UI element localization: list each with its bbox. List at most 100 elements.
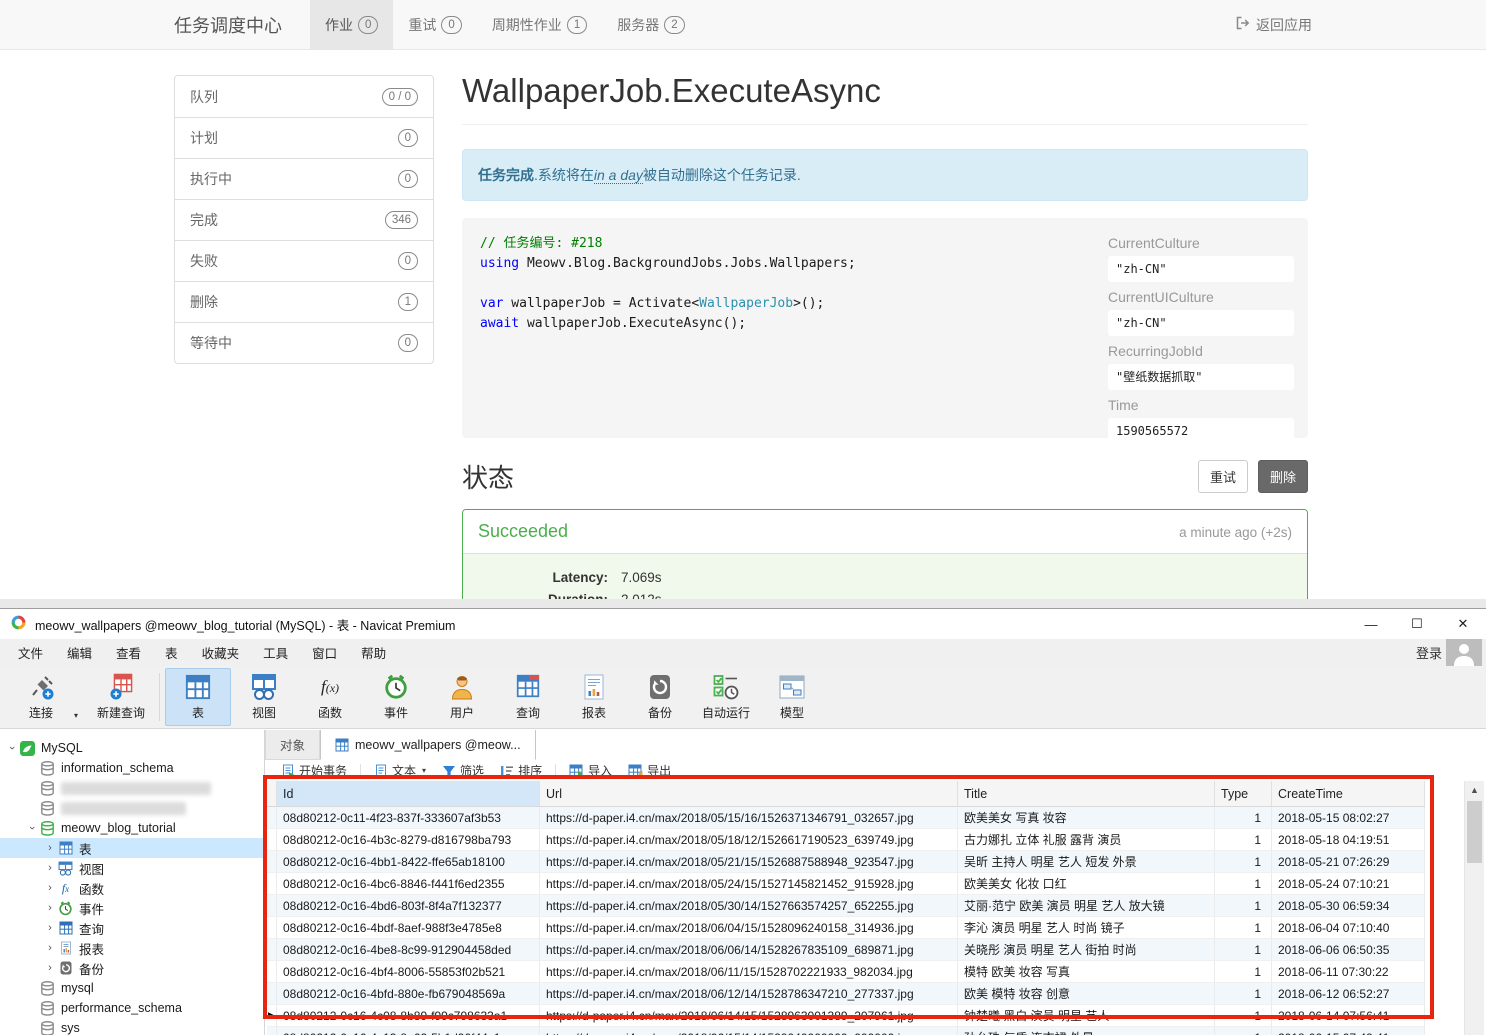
tree-item-blurred-2[interactable] <box>0 778 264 798</box>
cell-type[interactable]: 1 <box>1215 917 1272 939</box>
cell-id[interactable]: 08d80212-0c16-4c08-8b89-f99c798633a1 <box>277 1005 540 1027</box>
nav-item-0[interactable]: 作业 0 <box>310 0 394 49</box>
toolbar-model-lg-button[interactable]: 模型 <box>759 668 825 726</box>
column-header-url[interactable]: Url <box>540 781 958 807</box>
column-header-type[interactable]: Type <box>1215 781 1272 807</box>
sidebar-item-1[interactable]: 计划 0 <box>175 117 433 158</box>
toolbar-query-lg-button[interactable]: 查询 <box>495 668 561 726</box>
cell-type[interactable]: 1 <box>1215 983 1272 1005</box>
tree-expand-arrow[interactable]: › <box>44 942 56 954</box>
scrollbar-thumb[interactable] <box>1467 801 1482 863</box>
toolbar-table-lg-button[interactable]: 表 <box>165 668 231 726</box>
grid-row-6[interactable]: 08d80212-0c16-4be8-8c99-912904458ded http… <box>267 939 1425 961</box>
tree-item-performance_schema[interactable]: performance_schema <box>0 998 264 1018</box>
cell-url[interactable]: https://d-paper.i4.cn/max/2018/06/06/14/… <box>540 939 958 961</box>
grid-row-2[interactable]: 08d80212-0c16-4bb1-8422-ffe65ab18100 http… <box>267 851 1425 873</box>
tree-item-MySQL[interactable]: › MySQL <box>0 738 264 758</box>
cell-url[interactable]: https://d-paper.i4.cn/max/2018/06/14/15/… <box>540 1005 958 1027</box>
cell-type[interactable]: 1 <box>1215 873 1272 895</box>
user-avatar[interactable] <box>1446 639 1482 666</box>
grid-row-1[interactable]: 08d80212-0c16-4b3c-8279-d816798ba793 http… <box>267 829 1425 851</box>
tab-0[interactable]: 对象 <box>265 730 321 760</box>
cell-url[interactable]: https://d-paper.i4.cn/max/2018/06/12/14/… <box>540 983 958 1005</box>
menu-3[interactable]: 表 <box>153 643 190 662</box>
cell-url[interactable]: https://d-paper.i4.cn/max/2018/05/24/15/… <box>540 873 958 895</box>
sidebar-item-2[interactable]: 执行中 0 <box>175 158 433 199</box>
delete-button[interactable]: 删除 <box>1257 460 1308 493</box>
menu-2[interactable]: 查看 <box>104 643 153 662</box>
cell-title[interactable]: 古力娜扎 立体 礼服 露背 演员 <box>958 829 1215 851</box>
menu-1[interactable]: 编辑 <box>55 643 104 662</box>
cell-url[interactable]: https://d-paper.i4.cn/max/2018/06/11/15/… <box>540 961 958 983</box>
cell-id[interactable]: 08d80212-0c11-4f23-837f-333607af3b53 <box>277 807 540 829</box>
login-link[interactable]: 登录 <box>1416 643 1442 662</box>
toolbar-new-query-button[interactable]: 新建查询 <box>88 668 154 726</box>
sidebar-item-6[interactable]: 等待中 0 <box>175 322 433 363</box>
tree-expand-arrow[interactable]: › <box>6 742 18 754</box>
grid-toolbar-text-button[interactable]: 文本 ▾ <box>368 762 432 779</box>
tree-item-备份[interactable]: › 备份 <box>0 958 264 978</box>
grid-toolbar-import-button[interactable]: 导入 <box>563 762 618 779</box>
column-header-createtime[interactable]: CreateTime <box>1272 781 1425 807</box>
sidebar-item-4[interactable]: 失败 0 <box>175 240 433 281</box>
tree-item-sys[interactable]: sys <box>0 1018 264 1035</box>
cell-time[interactable]: 2018-05-30 06:59:34 <box>1272 895 1425 917</box>
cell-id[interactable]: 08d80212-0c16-4bdf-8aef-988f3e4785e8 <box>277 917 540 939</box>
cell-time[interactable]: 2018-05-18 04:19:51 <box>1272 829 1425 851</box>
grid-toolbar-sort-button[interactable]: 排序 <box>494 762 548 779</box>
cell-title[interactable]: 艾丽·范宁 欧美 演员 明星 艺人 放大镜 <box>958 895 1215 917</box>
cell-type[interactable]: 1 <box>1215 1005 1272 1027</box>
grid-row-7[interactable]: 08d80212-0c16-4bf4-8006-55853f02b521 http… <box>267 961 1425 983</box>
minimize-button[interactable]: — <box>1348 609 1394 639</box>
retry-button[interactable]: 重试 <box>1197 460 1248 493</box>
grid-toolbar-export-button[interactable]: 导出 <box>622 762 677 779</box>
tree-item-blurred-3[interactable] <box>0 798 264 818</box>
back-to-app-link[interactable]: 返回应用 <box>1234 0 1312 49</box>
cell-id[interactable]: 08d80212-0c16-4bd6-803f-8f4a7f132377 <box>277 895 540 917</box>
navicat-titlebar[interactable]: meowv_wallpapers @meowv_blog_tutorial (M… <box>0 609 1486 639</box>
cell-id[interactable]: 08d80212-0c16-4b3c-8279-d816798ba793 <box>277 829 540 851</box>
cell-id[interactable]: 08d80212-0c16-4c13-8a62-5b1d90f44c1e <box>277 1027 540 1035</box>
cell-time[interactable]: 2018-06-11 07:30:22 <box>1272 961 1425 983</box>
cell-type[interactable]: 1 <box>1215 895 1272 917</box>
cell-url[interactable]: https://d-paper.i4.cn/max/2018/06/15/14/… <box>540 1027 958 1035</box>
close-button[interactable]: ✕ <box>1440 609 1486 639</box>
tree-item-报表[interactable]: › 报表 <box>0 938 264 958</box>
cell-url[interactable]: https://d-paper.i4.cn/max/2018/05/15/16/… <box>540 807 958 829</box>
cell-time[interactable]: 2018-06-06 06:50:35 <box>1272 939 1425 961</box>
cell-url[interactable]: https://d-paper.i4.cn/max/2018/05/18/12/… <box>540 829 958 851</box>
tree-item-查询[interactable]: › 查询 <box>0 918 264 938</box>
cell-title[interactable]: 欧美美女 写真 妆容 <box>958 807 1215 829</box>
cell-type[interactable]: 1 <box>1215 1027 1272 1035</box>
scroll-up-arrow[interactable]: ▲ <box>1465 781 1484 798</box>
cell-type[interactable]: 1 <box>1215 939 1272 961</box>
tree-expand-arrow[interactable]: › <box>44 922 56 934</box>
grid-row-5[interactable]: 08d80212-0c16-4bdf-8aef-988f3e4785e8 http… <box>267 917 1425 939</box>
grid-row-3[interactable]: 08d80212-0c16-4bc6-8846-f441f6ed2355 http… <box>267 873 1425 895</box>
toolbar-fx-lg-button[interactable]: f(x) 函数 <box>297 668 363 726</box>
nav-item-2[interactable]: 周期性作业 1 <box>477 0 602 49</box>
cell-id[interactable]: 08d80212-0c16-4be8-8c99-912904458ded <box>277 939 540 961</box>
cell-title[interactable]: 孙允珠 气质 连衣裙 外景 <box>958 1027 1215 1035</box>
grid-row-8[interactable]: 08d80212-0c16-4bfd-880e-fb679048569a http… <box>267 983 1425 1005</box>
hangfire-brand[interactable]: 任务调度中心 <box>174 0 310 49</box>
tree-item-事件[interactable]: › 事件 <box>0 898 264 918</box>
tree-item-视图[interactable]: › 视图 <box>0 858 264 878</box>
tree-expand-arrow[interactable]: › <box>44 962 56 974</box>
cell-id[interactable]: 08d80212-0c16-4bb1-8422-ffe65ab18100 <box>277 851 540 873</box>
toolbar-event-lg-button[interactable]: 事件 <box>363 668 429 726</box>
cell-title[interactable]: 欧美美女 化妆 口红 <box>958 873 1215 895</box>
cell-time[interactable]: 2018-05-21 07:26:29 <box>1272 851 1425 873</box>
cell-title[interactable]: 李沁 演员 明星 艺人 时尚 镜子 <box>958 917 1215 939</box>
cell-title[interactable]: 模特 欧美 妆容 写真 <box>958 961 1215 983</box>
cell-id[interactable]: 08d80212-0c16-4bfd-880e-fb679048569a <box>277 983 540 1005</box>
sidebar-item-5[interactable]: 删除 1 <box>175 281 433 322</box>
cell-id[interactable]: 08d80212-0c16-4bf4-8006-55853f02b521 <box>277 961 540 983</box>
grid-row-0[interactable]: 08d80212-0c11-4f23-837f-333607af3b53 http… <box>267 807 1425 829</box>
tree-item-information_schema[interactable]: information_schema <box>0 758 264 778</box>
toolbar-user-lg-button[interactable]: 用户 <box>429 668 495 726</box>
tree-item-meowv_blog_tutorial[interactable]: › meowv_blog_tutorial <box>0 818 264 838</box>
connect-dropdown-caret[interactable]: ▾ <box>74 711 88 720</box>
cell-type[interactable]: 1 <box>1215 961 1272 983</box>
tree-expand-arrow[interactable]: › <box>44 902 56 914</box>
